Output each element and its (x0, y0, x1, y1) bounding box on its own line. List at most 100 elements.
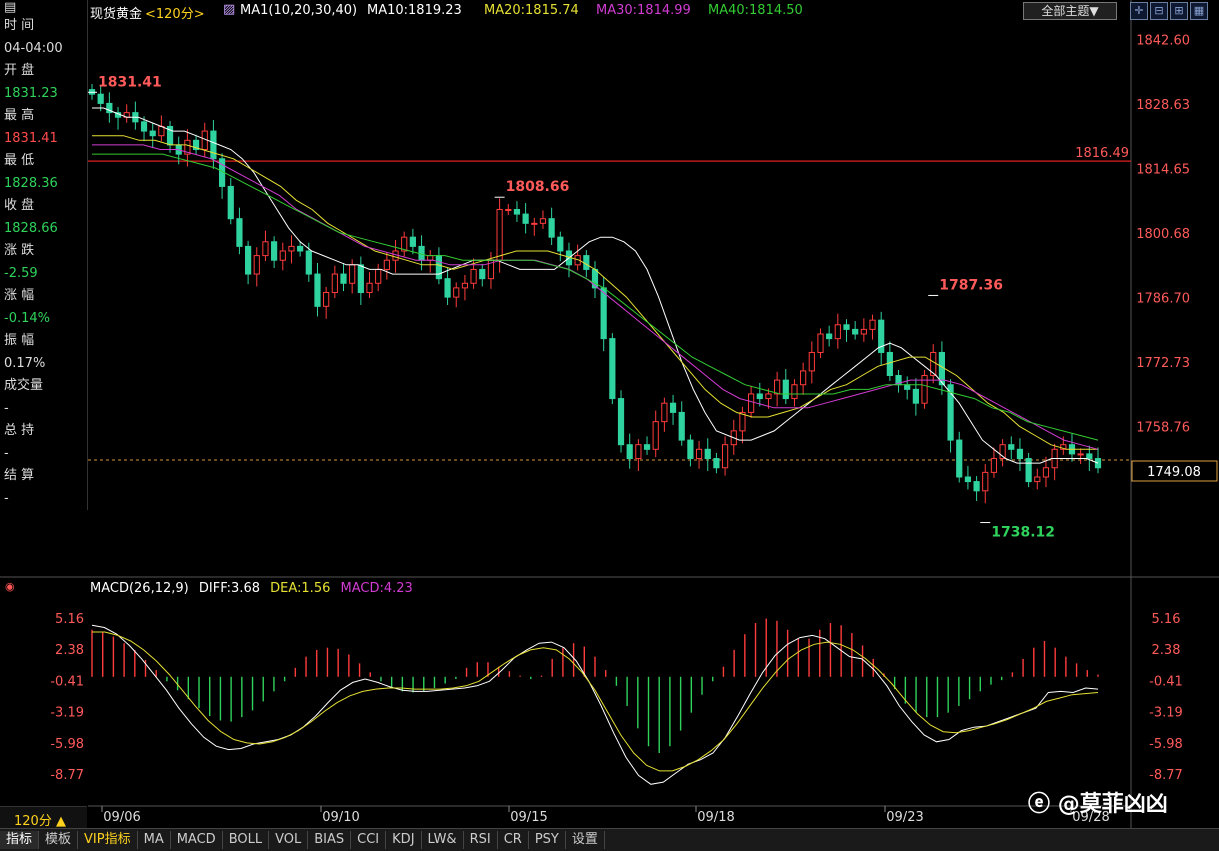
candle-body (227, 185, 234, 220)
tab-8[interactable]: CCI (351, 831, 387, 849)
ma20-value: MA20:1815.74 (484, 3, 579, 18)
extreme-label: 1787.36 (939, 277, 1003, 293)
candle-body (635, 444, 642, 460)
candle-body (340, 273, 347, 284)
zoom-out-icon[interactable]: ⊟ (1150, 2, 1168, 20)
time-value: 04-04:00 (4, 41, 63, 56)
time-axis-tick: 09/15 (510, 810, 547, 825)
volume-label: 成交量 (4, 378, 44, 393)
macd-header: MACD(26,12,9) DIFF:3.68 DEA:1.56 MACD:4.… (90, 581, 419, 596)
window-menu-icon[interactable]: ▤ (4, 0, 16, 16)
candle-body (1025, 458, 1032, 483)
candle-body (669, 402, 677, 413)
tab-13[interactable]: PSY (529, 831, 566, 849)
candle-body (357, 264, 364, 293)
candle-body (687, 439, 694, 460)
candle-body (253, 255, 260, 275)
tab-11[interactable]: RSI (464, 831, 498, 849)
price-axis-tick: 1828.63 (1136, 98, 1190, 113)
candle-body (774, 379, 781, 395)
candle-body (695, 448, 703, 460)
tab-14[interactable]: 设置 (566, 831, 605, 849)
candle-body (583, 255, 590, 270)
candle-body (271, 241, 278, 261)
crosshair-icon[interactable]: ✛ (1130, 2, 1148, 20)
ma40-value: MA40:1814.50 (708, 3, 803, 18)
macd-axis-tick-right: -8.77 (1149, 768, 1183, 783)
candle-body (652, 421, 659, 450)
tab-5[interactable]: BOLL (223, 831, 270, 849)
candle-body (678, 411, 685, 441)
tab-3[interactable]: MA (138, 831, 171, 849)
candle-body (661, 402, 668, 423)
time-axis-tick: 09/18 (697, 810, 734, 825)
candle-body (279, 250, 286, 261)
candle-body (496, 208, 503, 261)
price-axis-tick: 1800.68 (1136, 227, 1190, 242)
tab-0[interactable]: 指标 (0, 831, 40, 849)
candle-body (869, 319, 876, 330)
period-label[interactable]: <120分> (145, 3, 205, 22)
price-axis-tick: 1772.73 (1136, 356, 1190, 371)
tab-4[interactable]: MACD (171, 831, 223, 849)
grid-icon[interactable]: ⊞ (1170, 2, 1188, 20)
close-label: 收 盘 (4, 198, 35, 213)
candle-body (600, 287, 607, 340)
candle-body (539, 218, 547, 224)
candle-body (427, 255, 434, 261)
macd-axis-tick-left: -8.77 (50, 768, 84, 783)
candle-body (149, 130, 156, 137)
resistance-line-label: 1816.49 (1075, 146, 1129, 161)
macd-axis-tick-right: -3.19 (1149, 706, 1183, 721)
chart-canvas[interactable]: 1816.49 1831.41 1808.66 1787.36 1738.12 1842… (0, 0, 1219, 850)
macd-hist-value: MACD:4.23 (340, 581, 413, 596)
candle-body (314, 273, 321, 307)
volume-value: - (4, 401, 9, 416)
tab-12[interactable]: CR (498, 831, 529, 849)
tab-2[interactable]: VIP指标 (78, 831, 138, 849)
ma30-value: MA30:1814.99 (596, 3, 691, 18)
candle-body (1034, 476, 1041, 483)
candle-body (349, 264, 356, 284)
candle-body (886, 351, 893, 377)
macd-diff-value: DIFF:3.68 (198, 581, 260, 596)
ma-params[interactable]: MA1(10,20,30,40) (240, 3, 357, 18)
settings-icon[interactable]: ▦ (1190, 2, 1208, 20)
tab-10[interactable]: LW& (422, 831, 464, 849)
period-selector-button[interactable]: 120分 ▲ (0, 806, 87, 829)
candle-body (609, 338, 616, 400)
pct-value: -0.14% (4, 311, 50, 326)
candle-body (366, 282, 373, 293)
candle-body (245, 245, 252, 275)
candle-body (617, 398, 625, 446)
candle-body (158, 125, 165, 137)
weibo-logo-icon: ⓔ (1028, 792, 1051, 817)
candle-body (756, 393, 763, 400)
instrument-title[interactable]: 现货黄金 (90, 3, 142, 22)
tab-1[interactable]: 模板 (39, 831, 79, 849)
candle-body (748, 393, 755, 413)
candle-body (210, 130, 217, 160)
macd-panel-icon[interactable]: ◉ (5, 580, 15, 593)
open-value: 1831.23 (4, 86, 58, 101)
candle-body (470, 268, 477, 284)
theme-select[interactable]: 全部主题▼ (1023, 2, 1117, 20)
macd-params[interactable]: MACD(26,12,9) (90, 581, 189, 596)
macd-axis-tick-left: -0.41 (50, 674, 84, 689)
candle-body (548, 218, 555, 238)
price-axis-tick: 1786.70 (1136, 291, 1190, 306)
high-label: 最 高 (4, 108, 35, 123)
candle-body (1008, 444, 1015, 450)
time-axis-tick: 09/10 (322, 810, 359, 825)
ma10-value: MA10:1819.23 (367, 3, 462, 18)
open-interest-label: 总 持 (4, 423, 35, 438)
time-label: 时 间 (4, 18, 35, 33)
candle-body (800, 370, 807, 386)
amplitude-value: 0.17% (4, 356, 46, 371)
tab-7[interactable]: BIAS (308, 831, 352, 849)
macd-axis-tick-left: -3.19 (50, 706, 84, 721)
tab-6[interactable]: VOL (269, 831, 309, 849)
candle-body (557, 236, 564, 252)
candle-body (713, 458, 720, 469)
tab-9[interactable]: KDJ (386, 831, 422, 849)
